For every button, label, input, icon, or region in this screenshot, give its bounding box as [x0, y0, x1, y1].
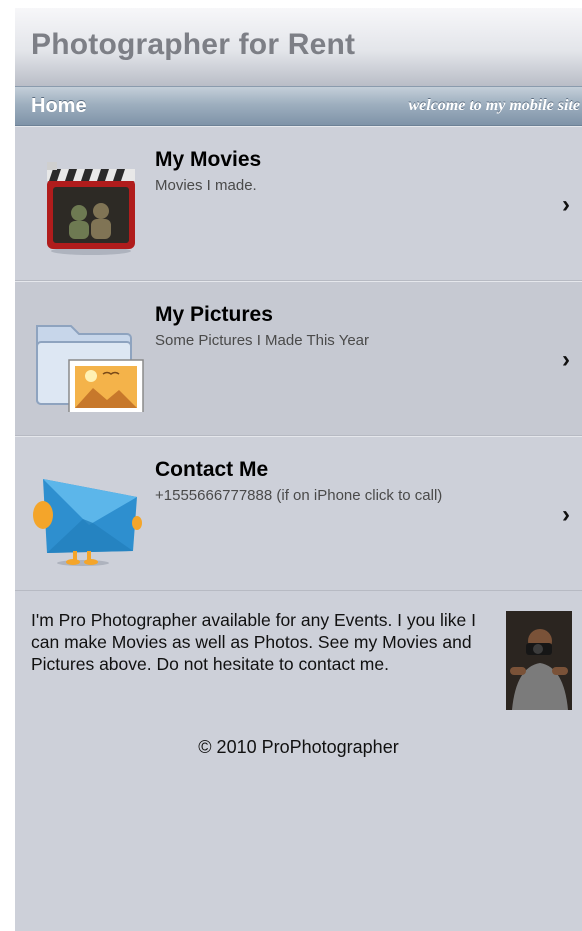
list-item-movies[interactable]: My Movies Movies I made. ›	[15, 126, 582, 281]
phone-link[interactable]: +1555666777888 (if on iPhone click to ca…	[155, 487, 442, 504]
about-text: I'm Pro Photographer available for any E…	[31, 610, 476, 674]
movie-clapper-icon	[33, 157, 145, 257]
nav-bar: Home welcome to my mobile site	[15, 86, 582, 126]
picture-folder-icon	[33, 312, 145, 415]
list-item-title: My Movies	[155, 148, 262, 171]
home-link[interactable]: Home	[31, 95, 87, 118]
list-item-subtitle: Movies I made.	[155, 177, 257, 194]
tagline: welcome to my mobile site	[408, 97, 580, 114]
chevron-right-icon: ›	[562, 501, 570, 528]
list-item-contact[interactable]: Contact Me +1555666777888 (if on iPhone …	[15, 436, 582, 591]
title-bar: Photographer for Rent	[15, 8, 582, 86]
list-item-title: Contact Me	[155, 458, 269, 481]
envelope-icon	[33, 467, 145, 567]
chevron-right-icon: ›	[562, 191, 570, 218]
page-title: Photographer for Rent	[31, 28, 356, 61]
list-item-pictures[interactable]: My Pictures Some Pictures I Made This Ye…	[15, 281, 582, 436]
mobile-app: Photographer for Rent Home welcome to my…	[15, 8, 582, 931]
copyright-footer: © 2010 ProPhotographer	[198, 737, 399, 757]
about-section: I'm Pro Photographer available for any E…	[15, 591, 582, 759]
list-item-subtitle: Some Pictures I Made This Year	[155, 332, 369, 349]
photographer-avatar	[506, 611, 572, 710]
list-item-title: My Pictures	[155, 303, 273, 326]
chevron-right-icon: ›	[562, 346, 570, 373]
